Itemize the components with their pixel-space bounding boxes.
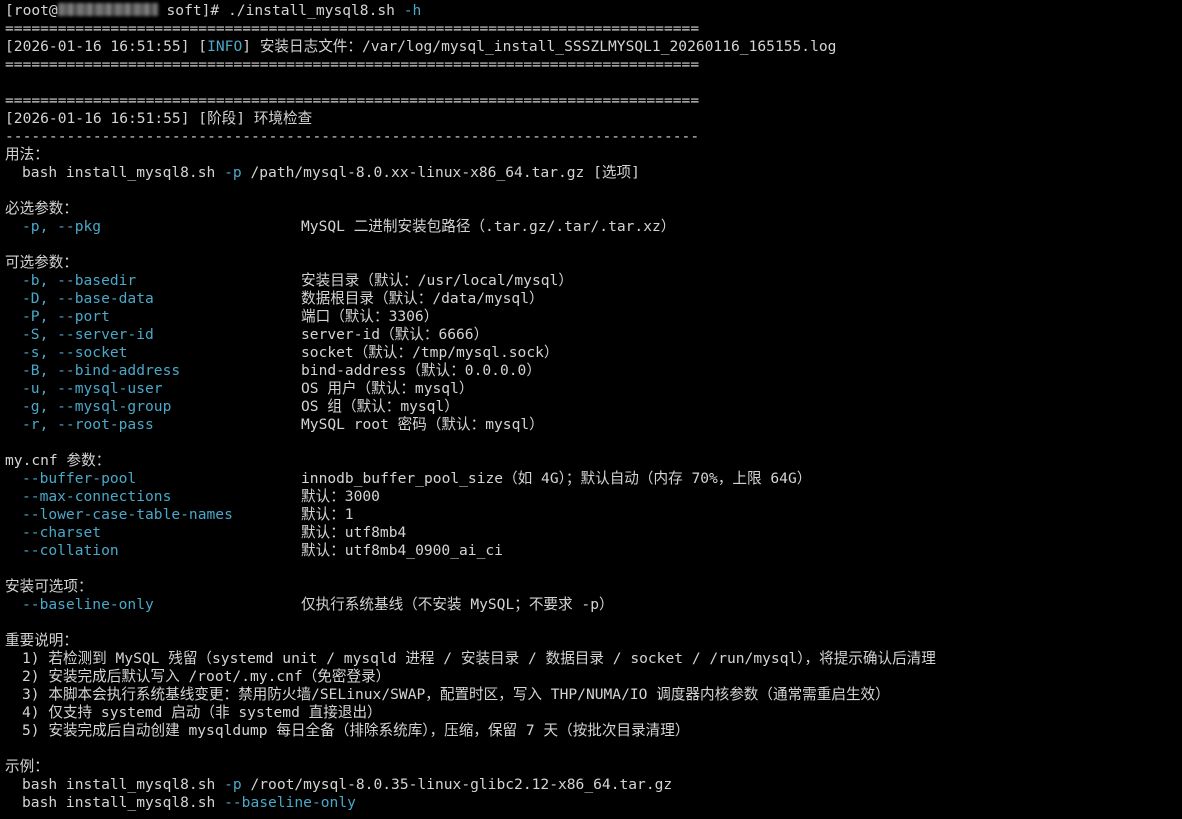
usage-cmd-flag: -p [224, 164, 242, 181]
optional-params-heading: 可选参数： [5, 254, 78, 271]
option-flag: -u, --mysql-user [22, 380, 163, 397]
option-row: -P, --port 端口（默认：3306） [5, 308, 1182, 326]
command-text: ./install_mysql8.sh [228, 2, 395, 19]
option-flag: --baseline-only [22, 596, 154, 613]
option-flag: -g, --mysql-group [22, 398, 172, 415]
example-cmd-prefix: bash install_mysql8.sh [22, 776, 225, 793]
option-flag: -D, --base-data [22, 290, 154, 307]
log-timestamp: [2026-01-16 16:51:55] [5, 38, 199, 55]
note-item: 2) 安装完成后默认写入 /root/.my.cnf（免密登录） [22, 668, 391, 685]
option-description: 仅执行系统基线（不安装 MySQL；不要求 -p） [301, 596, 614, 613]
option-flag: -B, --bind-address [22, 362, 181, 379]
stage-line: [2026-01-16 16:51:55] [阶段] 环境检查 [5, 110, 313, 127]
option-row: -S, --server-id server-id（默认：6666） [5, 326, 1182, 344]
option-flag: --lower-case-table-names [22, 506, 233, 523]
log-level-info: INFO [207, 38, 243, 55]
prompt-suffix: soft]# [157, 2, 229, 19]
terminal-window[interactable]: [root@ soft]# ./install_mysql8.sh -h ===… [0, 0, 1182, 812]
usage-command: bash install_mysql8.sh -p /path/mysql-8.… [5, 164, 1182, 182]
separator-dashes: ----------------------------------------… [5, 128, 700, 145]
option-flag: --max-connections [22, 488, 172, 505]
option-row: --max-connections 默认：3000 [5, 488, 1182, 506]
example-command: bash install_mysql8.sh --baseline-only [5, 794, 1182, 812]
note-item: 4) 仅支持 systemd 启动（非 systemd 直接退出） [22, 704, 382, 721]
option-flag: --collation [22, 542, 119, 559]
option-description: OS 用户（默认：mysql） [301, 380, 474, 397]
option-description: server-id（默认：6666） [301, 326, 489, 343]
option-row: -p, --pkg MySQL 二进制安装包路径（.tar.gz/.tar/.ta… [5, 218, 1182, 236]
option-description: 默认：3000 [301, 488, 380, 505]
option-row: --lower-case-table-names 默认：1 [5, 506, 1182, 524]
option-flag: --buffer-pool [22, 470, 137, 487]
bracket-close: ] [242, 38, 252, 55]
option-row: -D, --base-data 数据根目录（默认：/data/mysql） [5, 290, 1182, 308]
option-row: -u, --mysql-user OS 用户（默认：mysql） [5, 380, 1182, 398]
install-options-heading: 安装可选项： [5, 578, 93, 595]
notes-heading: 重要说明： [5, 632, 78, 649]
bracket-open: [ [198, 38, 208, 55]
option-flag: -P, --port [22, 308, 110, 325]
note-item: 1) 若检测到 MySQL 残留（systemd unit / mysqld 进… [22, 650, 936, 667]
option-description: 数据根目录（默认：/data/mysql） [301, 290, 544, 307]
option-description: 安装目录（默认：/usr/local/mysql） [301, 272, 573, 289]
option-row: -b, --basedir 安装目录（默认：/usr/local/mysql） [5, 272, 1182, 290]
command-flag: -h [403, 2, 422, 19]
option-description: 默认：1 [301, 506, 354, 523]
log-file-line: [2026-01-16 16:51:55] [INFO] 安装日志文件：/var… [5, 38, 1182, 56]
example-cmd-suffix: /root/mysql-8.0.35-linux-glibc2.12-x86_6… [241, 776, 673, 793]
option-description: innodb_buffer_pool_size（如 4G）；默认自动（内存 70… [301, 470, 812, 487]
example-cmd-flag: --baseline-only [224, 794, 356, 811]
option-row: -r, --root-pass MySQL root 密码（默认：mysql） [5, 416, 1182, 434]
option-description: MySQL root 密码（默认：mysql） [301, 416, 544, 433]
option-flag: -b, --basedir [22, 272, 137, 289]
redacted-hostname [57, 3, 158, 16]
required-params-heading: 必选参数： [5, 200, 78, 217]
option-flag: -r, --root-pass [22, 416, 154, 433]
separator-equals: ========================================… [5, 92, 700, 109]
option-description: OS 组（默认：mysql） [301, 398, 459, 415]
example-cmd-flag: -p [224, 776, 242, 793]
option-flag: -p, --pkg [22, 218, 102, 235]
option-flag: --charset [22, 524, 102, 541]
option-flag: -S, --server-id [22, 326, 154, 343]
examples-heading: 示例： [5, 758, 49, 775]
prompt-prefix: [root@ [5, 2, 58, 19]
option-row: -s, --socket socket（默认：/tmp/mysql.sock） [5, 344, 1182, 362]
option-flag: -s, --socket [22, 344, 128, 361]
option-description: socket（默认：/tmp/mysql.sock） [301, 344, 559, 361]
option-description: 端口（默认：3306） [301, 308, 439, 325]
option-description: 默认：utf8mb4_0900_ai_ci [301, 542, 503, 559]
separator-equals: ========================================… [5, 56, 700, 73]
option-row: -g, --mysql-group OS 组（默认：mysql） [5, 398, 1182, 416]
note-item: 5) 安装完成后自动创建 mysqldump 每日全备（排除系统库），压缩，保留… [22, 722, 690, 739]
option-row: --collation 默认：utf8mb4_0900_ai_ci [5, 542, 1182, 560]
example-cmd-prefix: bash install_mysql8.sh [22, 794, 225, 811]
log-file-text: 安装日志文件：/var/log/mysql_install_SSSZLMYSQL… [251, 38, 837, 55]
option-description: bind-address（默认：0.0.0.0） [301, 362, 541, 379]
mycnf-params-heading: my.cnf 参数： [5, 452, 111, 469]
option-row: --buffer-pool innodb_buffer_pool_size（如 4… [5, 470, 1182, 488]
option-row: --charset 默认：utf8mb4 [5, 524, 1182, 542]
usage-heading: 用法： [5, 146, 49, 163]
note-item: 3) 本脚本会执行系统基线变更：禁用防火墙/SELinux/SWAP，配置时区，… [22, 686, 890, 703]
usage-cmd-prefix: bash install_mysql8.sh [22, 164, 225, 181]
option-row: --baseline-only 仅执行系统基线（不安装 MySQL；不要求 -p） [5, 596, 1182, 614]
usage-cmd-suffix: /path/mysql-8.0.xx-linux-x86_64.tar.gz [… [241, 164, 640, 181]
example-command: bash install_mysql8.sh -p /root/mysql-8.… [5, 776, 1182, 794]
option-row: -B, --bind-address bind-address（默认：0.0.0.… [5, 362, 1182, 380]
option-description: 默认：utf8mb4 [301, 524, 407, 541]
separator-equals: ========================================… [5, 20, 700, 37]
option-description: MySQL 二进制安装包路径（.tar.gz/.tar/.tar.xz） [301, 218, 676, 235]
command-prompt-line: [root@ soft]# ./install_mysql8.sh -h [5, 2, 1182, 20]
